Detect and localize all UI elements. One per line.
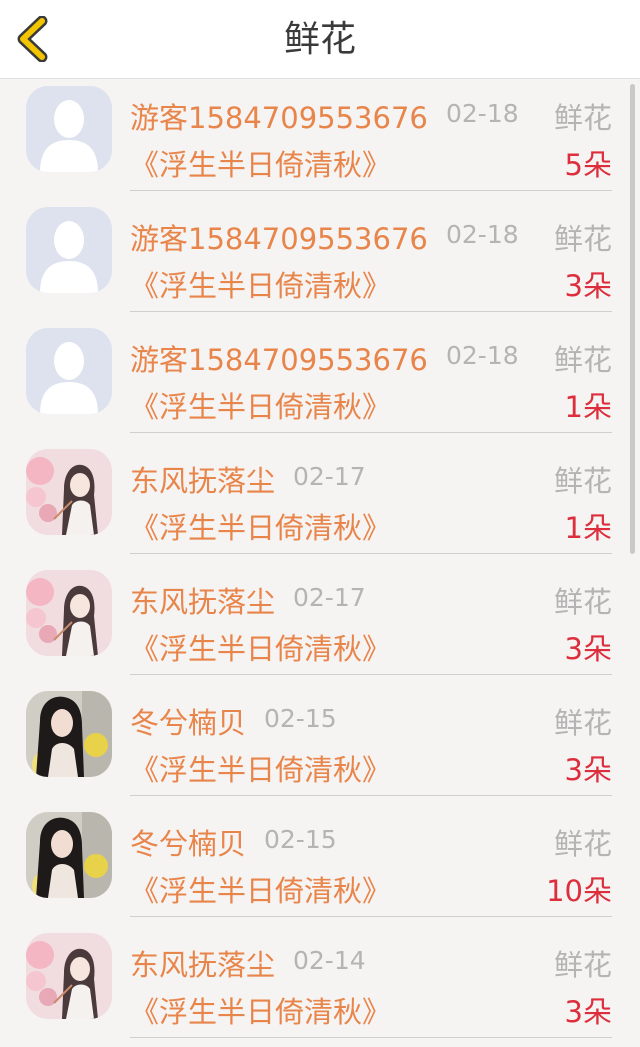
- avatar[interactable]: [26, 812, 112, 898]
- divider: [130, 1037, 612, 1038]
- date: 02-14: [293, 946, 366, 975]
- date: 02-18: [446, 341, 519, 370]
- avatar[interactable]: [26, 570, 112, 656]
- user-name[interactable]: 冬兮楠贝: [130, 700, 246, 742]
- list-item[interactable]: 游客1584709553676 02-18 鲜花 《浮生半日倚清秋》 1朵: [0, 321, 640, 442]
- user-name[interactable]: 东风抚落尘: [130, 942, 275, 984]
- list-item[interactable]: 游客1584709553676 02-18 鲜花 《浮生半日倚清秋》 5朵: [0, 79, 640, 200]
- divider: [130, 311, 612, 312]
- date: 02-15: [264, 704, 337, 733]
- gift-type: 鲜花: [553, 222, 612, 256]
- user-name[interactable]: 游客1584709553676: [130, 337, 428, 379]
- date: 02-15: [264, 825, 337, 854]
- book-title[interactable]: 《浮生半日倚清秋》: [130, 989, 391, 1031]
- list-item[interactable]: 东风抚落尘 02-17 鲜花 《浮生半日倚清秋》 3朵: [0, 563, 640, 684]
- avatar[interactable]: [26, 691, 112, 777]
- date: 02-18: [446, 99, 519, 128]
- divider: [130, 674, 612, 675]
- avatar[interactable]: [26, 328, 112, 414]
- book-title[interactable]: 《浮生半日倚清秋》: [130, 142, 391, 184]
- avatar[interactable]: [26, 449, 112, 535]
- scrollbar[interactable]: [630, 84, 635, 554]
- list-item[interactable]: 游客1584709553676 02-18 鲜花 《浮生半日倚清秋》 3朵: [0, 200, 640, 321]
- divider: [130, 795, 612, 796]
- divider: [130, 553, 612, 554]
- book-title[interactable]: 《浮生半日倚清秋》: [130, 505, 391, 547]
- gift-type: 鲜花: [553, 343, 612, 377]
- avatar[interactable]: [26, 86, 112, 172]
- gift-type: 鲜花: [553, 706, 612, 740]
- flower-count: 3朵: [564, 753, 612, 787]
- chevron-left-icon: [17, 15, 48, 63]
- date: 02-17: [293, 583, 366, 612]
- user-name[interactable]: 冬兮楠贝: [130, 821, 246, 863]
- gift-type: 鲜花: [553, 585, 612, 619]
- flower-record-list: 游客1584709553676 02-18 鲜花 《浮生半日倚清秋》 5朵 游客…: [0, 79, 640, 1047]
- flower-count: 10朵: [546, 874, 612, 908]
- divider: [130, 432, 612, 433]
- list-item[interactable]: 东风抚落尘 02-17 鲜花 《浮生半日倚清秋》 1朵: [0, 442, 640, 563]
- gift-type: 鲜花: [553, 948, 612, 982]
- divider: [130, 916, 612, 917]
- flower-count: 3朵: [564, 995, 612, 1029]
- avatar[interactable]: [26, 933, 112, 1019]
- user-name[interactable]: 游客1584709553676: [130, 95, 428, 137]
- flower-count: 1朵: [564, 390, 612, 424]
- header-bar: 鲜花: [0, 0, 640, 79]
- flower-count: 1朵: [564, 511, 612, 545]
- book-title[interactable]: 《浮生半日倚清秋》: [130, 384, 391, 426]
- list-item[interactable]: 东风抚落尘 02-14 鲜花 《浮生半日倚清秋》 3朵: [0, 926, 640, 1047]
- gift-type: 鲜花: [553, 101, 612, 135]
- gift-type: 鲜花: [553, 464, 612, 498]
- book-title[interactable]: 《浮生半日倚清秋》: [130, 263, 391, 305]
- avatar[interactable]: [26, 207, 112, 293]
- page-title: 鲜花: [283, 19, 356, 60]
- flower-count: 3朵: [564, 632, 612, 666]
- flower-count: 5朵: [564, 148, 612, 182]
- back-button[interactable]: [14, 15, 54, 63]
- user-name[interactable]: 游客1584709553676: [130, 216, 428, 258]
- date: 02-17: [293, 462, 366, 491]
- book-title[interactable]: 《浮生半日倚清秋》: [130, 868, 391, 910]
- user-name[interactable]: 东风抚落尘: [130, 579, 275, 621]
- list-item[interactable]: 冬兮楠贝 02-15 鲜花 《浮生半日倚清秋》 3朵: [0, 684, 640, 805]
- date: 02-18: [446, 220, 519, 249]
- flower-count: 3朵: [564, 269, 612, 303]
- book-title[interactable]: 《浮生半日倚清秋》: [130, 747, 391, 789]
- divider: [130, 190, 612, 191]
- user-name[interactable]: 东风抚落尘: [130, 458, 275, 500]
- gift-type: 鲜花: [553, 827, 612, 861]
- book-title[interactable]: 《浮生半日倚清秋》: [130, 626, 391, 668]
- list-item[interactable]: 冬兮楠贝 02-15 鲜花 《浮生半日倚清秋》 10朵: [0, 805, 640, 926]
